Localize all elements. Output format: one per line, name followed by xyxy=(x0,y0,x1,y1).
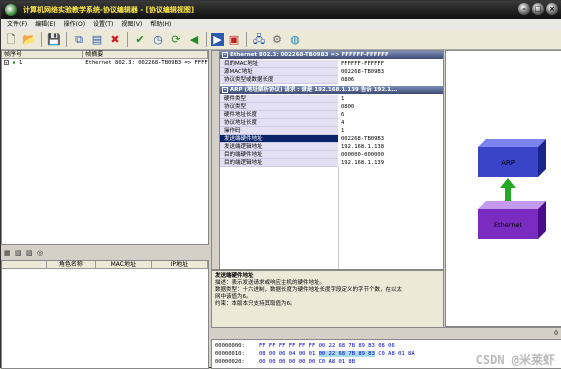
eth-field-name[interactable]: 目的MAC地址 xyxy=(220,60,338,68)
frame-summary: Ethernet 802.3: 002268-TB09B3 => FFFFFF xyxy=(85,60,208,66)
arp-box[interactable]: ARP xyxy=(478,139,546,177)
host-table: 角色名称 MAC地址 IP地址 xyxy=(1,260,209,369)
hex-row: 00000000: FF FF FF FF FF FF 00 22 68 7B … xyxy=(215,343,395,349)
protocol-tree: - Ethernet 802.3: 002268-TB09B3 => FFFFFF… xyxy=(211,50,444,270)
packet-list: 帧序号 帧摘要 + ▪ 1 Ethernet 802.3: 002268-TB0… xyxy=(1,50,209,245)
window-title: 计算机网络实验教学系统-协议编辑器 - [协议编辑视图] xyxy=(23,6,195,14)
play-icon[interactable]: ▶ xyxy=(211,33,224,46)
arp-label: ARP xyxy=(501,159,515,167)
app-icon xyxy=(5,4,17,16)
ethernet-header[interactable]: - Ethernet 802.3: 002268-TB09B3 => FFFFFF… xyxy=(220,51,443,59)
app-window: 计算机网络实验教学系统-协议编辑器 - [协议编辑视图] – □ × 文件(F)… xyxy=(0,0,561,369)
column-ip[interactable]: IP地址 xyxy=(152,261,208,268)
watermark: CSDN @米莱虾 xyxy=(475,353,555,367)
host-table-header: 角色名称 MAC地址 IP地址 xyxy=(2,261,208,269)
column-mac[interactable]: MAC地址 xyxy=(96,261,152,268)
collapse-icon[interactable]: - xyxy=(222,87,228,93)
arp-field-name[interactable]: 协议类型 xyxy=(220,103,338,111)
collapse-icon[interactable]: - xyxy=(222,52,228,58)
host-toolbar: ▦ ▧ ▨ ◎ xyxy=(1,247,209,259)
globe-icon[interactable]: ◍ xyxy=(287,32,303,48)
hex-highlight: 00 22 68 7B 89 B3 xyxy=(318,351,375,357)
menu-edit[interactable]: 编辑(E) xyxy=(35,19,55,30)
description-line: 数据类型：十六进制，数据长度为硬件地址长度字段定义的字节个数，在以太 xyxy=(215,287,403,293)
arp-field-value[interactable]: 000000-000000 xyxy=(338,151,443,159)
ethernet-box[interactable]: Ethernet xyxy=(478,201,546,239)
description-line: 网中该值为6。 xyxy=(215,294,252,300)
hex-view[interactable]: 00000000: FF FF FF FF FF FF 00 22 68 7B … xyxy=(211,339,561,369)
arp-field-name-selected[interactable]: 发送端硬件地址 xyxy=(220,135,338,143)
arp-field-name[interactable]: 目的端硬件地址 xyxy=(220,151,338,159)
expand-icon[interactable]: + xyxy=(4,60,9,65)
column-frame-no[interactable]: 帧序号 xyxy=(2,51,84,58)
paste-icon[interactable]: ▤ xyxy=(89,32,105,48)
eth-field-name[interactable]: 源MAC地址 xyxy=(220,68,338,76)
add-host-icon[interactable]: ▦ xyxy=(4,249,12,257)
refresh-icon[interactable]: ⟳ xyxy=(168,32,184,48)
toolbar: 🗋 📂 💾 ⧉ ▤ ✖ ✔ ◷ ⟳ ◀ ▶ ▣ 🖧 ⚙ ◍ xyxy=(1,30,561,50)
menu-view[interactable]: 视图(V) xyxy=(121,19,142,30)
description-title: 发送端硬件地址 xyxy=(215,273,254,279)
eth-field-value[interactable]: 0806 xyxy=(338,76,443,84)
tools-icon[interactable]: ⚙ xyxy=(269,32,285,48)
menu-bar: 文件(F) 编辑(E) 操作(O) 设置(T) 视图(V) 帮助(H) xyxy=(1,19,561,30)
minimize-button[interactable]: – xyxy=(518,3,530,15)
open-folder-icon[interactable]: 📂 xyxy=(21,32,37,48)
column-frame-summary[interactable]: 帧摘要 xyxy=(83,51,208,58)
packet-list-header: 帧序号 帧摘要 xyxy=(2,51,208,59)
delete-icon[interactable]: ✖ xyxy=(107,32,123,48)
arrow-left-icon[interactable]: ◀ xyxy=(186,32,202,48)
eth-field-value[interactable]: FFFFFF-FFFFFF xyxy=(338,60,443,68)
menu-settings[interactable]: 设置(T) xyxy=(93,19,113,30)
arp-field-value[interactable]: 4 xyxy=(338,119,443,127)
eth-field-name[interactable]: 协议类型或数据长度 xyxy=(220,76,338,84)
arp-field-name[interactable]: 目的端逻辑地址 xyxy=(220,159,338,167)
maximize-button[interactable]: □ xyxy=(532,3,544,15)
stack-diagram: ARP Ethernet xyxy=(478,139,546,239)
packet-row[interactable]: + ▪ 1 Ethernet 802.3: 002268-TB09B3 => F… xyxy=(2,59,208,67)
check-icon[interactable]: ✔ xyxy=(132,32,148,48)
title-bar: 计算机网络实验教学系统-协议编辑器 - [协议编辑视图] – □ × xyxy=(1,1,561,19)
menu-help[interactable]: 帮助(H) xyxy=(150,19,171,30)
arp-header[interactable]: - ARP (地址解析协议) 请求 : 谁是 192.168.1.139 告诉 1… xyxy=(220,86,443,94)
arp-field-name[interactable]: 操作码 xyxy=(220,127,338,135)
step-icon[interactable]: ▣ xyxy=(226,32,242,48)
arp-field-name[interactable]: 硬件类型 xyxy=(220,95,338,103)
clock-icon[interactable]: ◷ xyxy=(150,32,166,48)
arp-field-value[interactable]: 6 xyxy=(338,111,443,119)
eth-field-value[interactable]: 002268-TB09B3 xyxy=(338,68,443,76)
arp-field-value[interactable]: 0800 xyxy=(338,103,443,111)
menu-file[interactable]: 文件(F) xyxy=(7,19,27,30)
save-icon[interactable]: 💾 xyxy=(46,32,62,48)
arp-field-value[interactable]: 1 xyxy=(338,127,443,135)
protocol-stack-view: ARP Ethernet xyxy=(445,50,561,327)
find-host-icon[interactable]: ◎ xyxy=(37,249,45,257)
frame-no: 1 xyxy=(18,60,23,66)
column-role[interactable]: 角色名称 xyxy=(47,261,97,268)
arp-field-name[interactable]: 硬件地址长度 xyxy=(220,111,338,119)
arp-field-value[interactable]: 1 xyxy=(338,95,443,103)
up-arrow-icon xyxy=(500,178,516,201)
copy-icon[interactable]: ⧉ xyxy=(71,32,87,48)
arp-field-value[interactable]: 192.168.1.138 xyxy=(338,143,443,151)
description-line: 约束：本版本只支持其取值为6。 xyxy=(215,301,296,307)
new-file-icon[interactable]: 🗋 xyxy=(3,32,19,48)
arp-field-value[interactable]: 192.168.1.139 xyxy=(338,159,443,167)
arp-field-name[interactable]: 协议地址长度 xyxy=(220,119,338,127)
remove-host-icon[interactable]: ▨ xyxy=(26,249,34,257)
description-line: 描述：表示发送请求或响应主机的硬件地址。 xyxy=(215,280,326,286)
ethernet-label: Ethernet xyxy=(494,221,522,229)
edit-host-icon[interactable]: ▧ xyxy=(15,249,23,257)
menu-operate[interactable]: 操作(O) xyxy=(64,19,85,30)
arp-field-name[interactable]: 发送端逻辑地址 xyxy=(220,143,338,151)
close-button[interactable]: × xyxy=(546,3,558,15)
network-icon[interactable]: 🖧 xyxy=(251,32,267,48)
hex-header: 0 xyxy=(211,327,561,339)
arp-field-value-selected[interactable]: 002268-TB09B3 xyxy=(338,135,443,143)
